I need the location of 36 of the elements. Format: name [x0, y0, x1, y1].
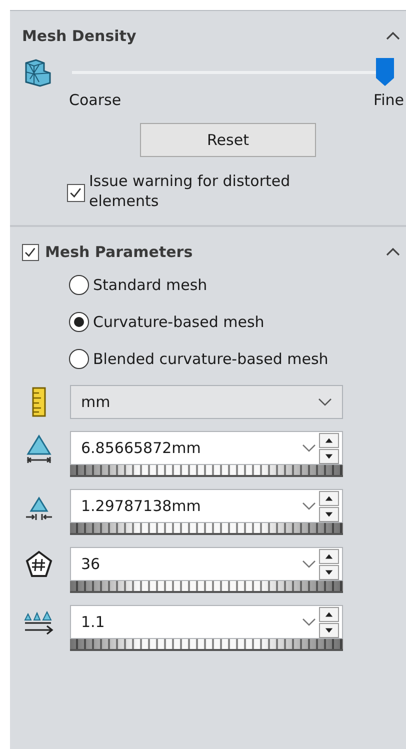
increment-icon[interactable]: [319, 490, 339, 506]
radio-button[interactable]: [69, 312, 89, 332]
decrement-icon[interactable]: [319, 448, 339, 464]
value-field[interactable]: 1.29787138mm: [70, 489, 343, 523]
thumbwheel[interactable]: [70, 581, 343, 593]
radio-button[interactable]: [69, 349, 89, 369]
value-field[interactable]: 6.85665872mm: [70, 431, 343, 465]
hash-pentagon-icon: [24, 549, 54, 579]
increment-icon[interactable]: [319, 548, 339, 564]
section-title: Mesh Density: [22, 27, 136, 45]
ruler-icon: [32, 387, 46, 417]
slider-thumb[interactable]: [376, 58, 394, 86]
section-title: Mesh Parameters: [45, 243, 193, 261]
value-field[interactable]: 1.1: [70, 605, 343, 639]
radio-button[interactable]: [69, 275, 89, 295]
value-field[interactable]: 36: [70, 547, 343, 581]
increment-icon[interactable]: [319, 606, 339, 622]
radio-label: Standard mesh: [93, 276, 208, 294]
checkbox[interactable]: [22, 244, 39, 260]
decrement-icon[interactable]: [319, 564, 339, 580]
decrement-icon[interactable]: [319, 506, 339, 522]
thumbwheel[interactable]: [70, 639, 343, 651]
unit-dropdown[interactable]: mm: [70, 385, 343, 419]
radio-label: Blended curvature-based mesh: [93, 350, 328, 368]
reset-button[interactable]: Reset: [140, 123, 316, 157]
coarse-label: Coarse: [69, 91, 122, 109]
checkbox[interactable]: [67, 184, 85, 202]
thumbwheel[interactable]: [70, 523, 343, 535]
collapse-chevron-icon[interactable]: [386, 31, 400, 41]
decrement-icon[interactable]: [319, 622, 339, 638]
checkbox-label: Issue warning for distorted elements: [89, 171, 292, 211]
increment-icon[interactable]: [319, 432, 339, 448]
fine-label: Fine: [374, 91, 404, 109]
radio-label: Curvature-based mesh: [93, 313, 264, 331]
thumbwheel[interactable]: [70, 465, 343, 477]
collapse-chevron-icon[interactable]: [386, 247, 400, 257]
